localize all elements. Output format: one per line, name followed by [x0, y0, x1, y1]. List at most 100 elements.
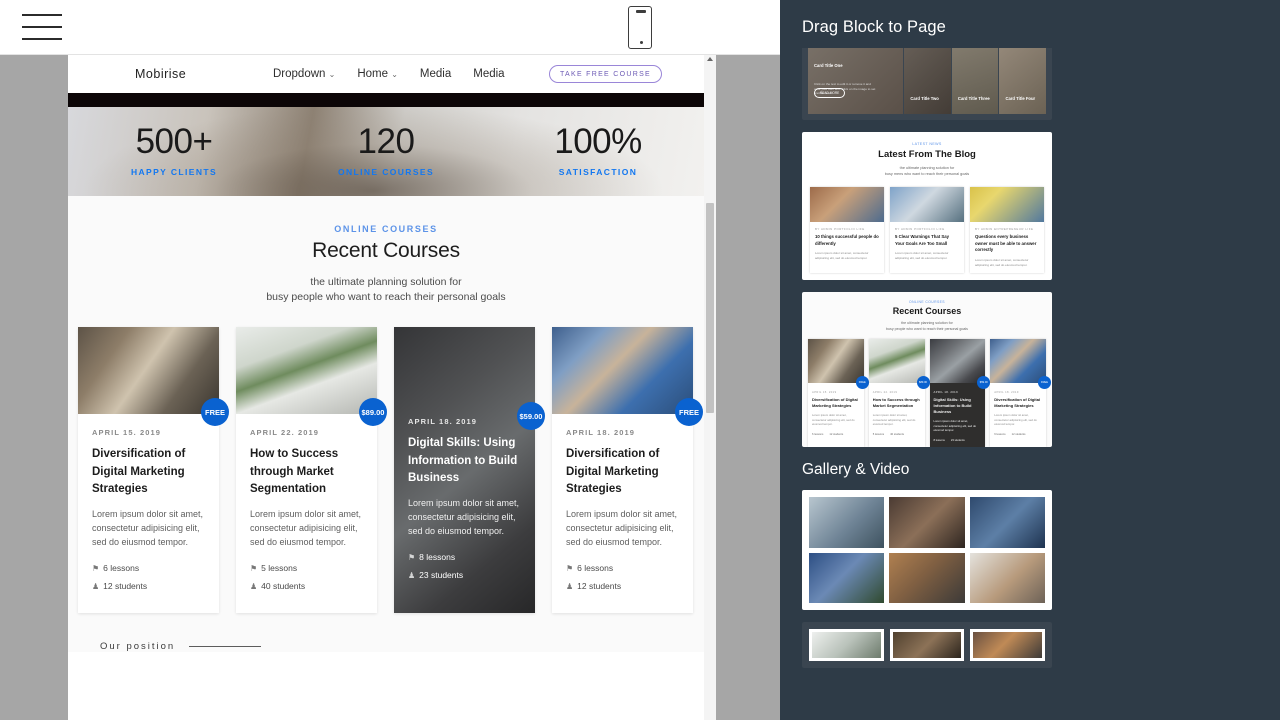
course-date: APRIL 18. 2019: [994, 391, 1019, 395]
course-description: Lorem ipsum dolor sit amet, consectetur …: [933, 419, 977, 433]
nav-link-home[interactable]: Home ⌄: [357, 68, 398, 80]
course-title: How to Success through Market Segmentati…: [872, 397, 920, 409]
nav-link-media-1[interactable]: Media: [420, 68, 451, 80]
thumb-photo: Card Title Four: [999, 48, 1046, 114]
thumb-photo: [809, 552, 885, 603]
thumb-photo: [970, 186, 1044, 222]
thumb-course-card: FREE APRIL 18. 2019 Diversification of D…: [990, 339, 1051, 447]
thumb-photo: [809, 629, 884, 661]
course-title[interactable]: Diversification of Digital Marketing Str…: [92, 446, 205, 498]
block-thumbnail-gallery-slider[interactable]: [802, 622, 1052, 668]
post-title: 5 Clear Warnings That Say Your Goals Are…: [895, 233, 950, 246]
post-title: 10 things successful people do different…: [815, 233, 879, 246]
course-students: ♟ 12 students: [566, 581, 622, 591]
course-card[interactable]: FREE APRIL 18. 2019 Diversification of D…: [552, 327, 703, 613]
post-meta: BY ADMIN PORTFOLIO LIFE: [815, 226, 865, 231]
course-title: Diversification of Digital Marketing Str…: [994, 397, 1041, 409]
course-date: APRIL 22. 2019: [250, 428, 320, 438]
course-title[interactable]: Digital Skills: Using Information to Bui…: [408, 435, 521, 487]
course-lessons: ⚑ 5 lessons: [250, 563, 298, 573]
course-students: 40 students: [890, 432, 905, 436]
thumb-subtitle-2: busy people who want to reach their pers…: [886, 327, 968, 332]
flag-icon: ⚑: [92, 563, 100, 573]
thumb-photo: Card Title Two: [904, 48, 951, 114]
thumb-blog-card: BY ADMIN ENTREPRENEUR LIFE Questions eve…: [970, 186, 1044, 274]
section-eyebrow: ONLINE COURSES: [334, 224, 438, 234]
thumb-photo: FREE: [808, 339, 869, 390]
post-title: Questions every business owner must be a…: [975, 233, 1037, 253]
app-top-bar: [0, 0, 780, 55]
panel-title: Drag Block to Page: [802, 18, 946, 36]
thumb-photo: [810, 186, 884, 222]
subtitle-line-1: the ultimate planning solution for: [310, 276, 462, 288]
section-title: Recent Courses: [312, 239, 460, 262]
scroll-up-arrow-icon[interactable]: [707, 57, 713, 61]
thumb-photo: [969, 497, 1045, 548]
course-title[interactable]: Diversification of Digital Marketing Str…: [566, 446, 679, 498]
stat-online-courses: 120 ONLINE COURSES: [280, 124, 492, 177]
card-two-title: Card Title Two: [910, 96, 939, 101]
thumb-photo: Click on the text to edit it or remove i…: [808, 48, 904, 114]
thumb-photo: [889, 629, 965, 661]
read-more-button[interactable]: READ MORE: [814, 88, 846, 98]
thumb-course-card: FREE APRIL 15. 2019 Diversification of D…: [808, 339, 869, 447]
thumb-course-card: $59.00 APRIL 18. 2019 Digital Skills: Us…: [929, 339, 991, 447]
stat-label: SATISFACTION: [558, 167, 638, 177]
nav-link-dropdown[interactable]: Dropdown ⌄: [273, 68, 335, 80]
card-three-title: Card Title Three: [957, 96, 990, 101]
person-icon: ♟: [250, 581, 258, 591]
course-lessons: ⚑ 6 lessons: [566, 563, 614, 573]
course-lessons: 8 lessons: [933, 438, 945, 442]
course-description: Lorem ipsum dolor sit amet, consectetur …: [566, 509, 678, 548]
preview-logo[interactable]: Mobirise: [135, 67, 186, 81]
flag-icon: ⚑: [566, 563, 574, 573]
thumb-photo: $59.00: [929, 339, 991, 390]
stat-satisfaction: 100% SATISFACTION: [492, 124, 704, 177]
thumb-subtitle-2: busy mens who want to reach their person…: [884, 172, 970, 177]
course-date: APRIL 15. 2019: [812, 391, 837, 395]
take-free-course-button[interactable]: TAKE FREE COURSE: [549, 65, 662, 83]
block-thumbnail-gallery-grid[interactable]: [802, 490, 1052, 610]
course-lessons: 6 lessons: [994, 432, 1006, 436]
course-students: ♟ 12 students: [92, 581, 148, 591]
course-card[interactable]: $89.00 APRIL 22. 2019 How to Success thr…: [236, 327, 387, 613]
thumb-eyebrow: LATEST NEWS: [912, 142, 942, 146]
price-badge[interactable]: FREE: [201, 398, 229, 427]
preview-nav-links: Dropdown ⌄ Home ⌄ Media Media: [273, 68, 505, 80]
block-group-label-gallery-video: Gallery & Video: [802, 461, 910, 478]
price-badge[interactable]: $89.00: [359, 398, 387, 427]
course-date: APRIL 15. 2019: [92, 428, 162, 438]
block-thumbnail-recent-courses[interactable]: ONLINE COURSES Recent Courses the ultima…: [802, 292, 1052, 447]
course-date: APRIL 18. 2019: [408, 417, 478, 427]
block-thumbnail-cards[interactable]: Click on the text to edit it or remove i…: [802, 48, 1052, 120]
course-description: Lorem ipsum dolor sit amet, consectetur …: [408, 498, 520, 537]
stat-value: 100%: [554, 122, 642, 161]
course-description: Lorem ipsum dolor sit amet, consectetur …: [250, 509, 362, 548]
hamburger-menu-icon[interactable]: [22, 10, 62, 44]
price-badge[interactable]: FREE: [675, 398, 703, 427]
thumb-title: Latest From The Blog: [878, 149, 976, 160]
block-thumbnail-blog[interactable]: LATEST NEWS Latest From The Blog the ult…: [802, 132, 1052, 280]
course-title: Diversification of Digital Marketing Str…: [812, 397, 858, 409]
stat-value: 120: [357, 122, 415, 161]
course-image: $89.00: [236, 327, 387, 427]
course-students: 12 students: [829, 432, 844, 436]
mobile-phone-icon[interactable]: [628, 6, 652, 49]
course-card[interactable]: FREE APRIL 15. 2019 Diversification of D…: [78, 327, 229, 613]
course-students: ♟ 23 students: [408, 570, 464, 580]
course-card[interactable]: $59.00 APRIL 18. 2019 Digital Skills: Us…: [394, 327, 545, 613]
course-image: FREE: [552, 327, 703, 427]
card-one-title: Card Title One: [814, 63, 843, 68]
preview-scrollbar-thumb[interactable]: [706, 203, 714, 413]
preview-canvas-backdrop: Mobirise Dropdown ⌄ Home ⌄ Media Media T…: [0, 55, 780, 720]
site-preview-frame[interactable]: Mobirise Dropdown ⌄ Home ⌄ Media Media T…: [68, 55, 704, 720]
thumb-photo: [889, 552, 965, 603]
price-badge: $89.00: [916, 376, 930, 390]
course-title[interactable]: How to Success through Market Segmentati…: [250, 446, 363, 498]
preview-scrollbar[interactable]: [704, 55, 716, 720]
course-students: 12 students: [1011, 432, 1026, 436]
stat-label: HAPPY CLIENTS: [130, 167, 218, 177]
nav-link-media-2[interactable]: Media: [473, 68, 504, 80]
block-thumbnail-list: Click on the text to edit it or remove i…: [780, 48, 1070, 720]
post-meta: BY ADMIN PORTFOLIO LIFE: [895, 226, 945, 231]
